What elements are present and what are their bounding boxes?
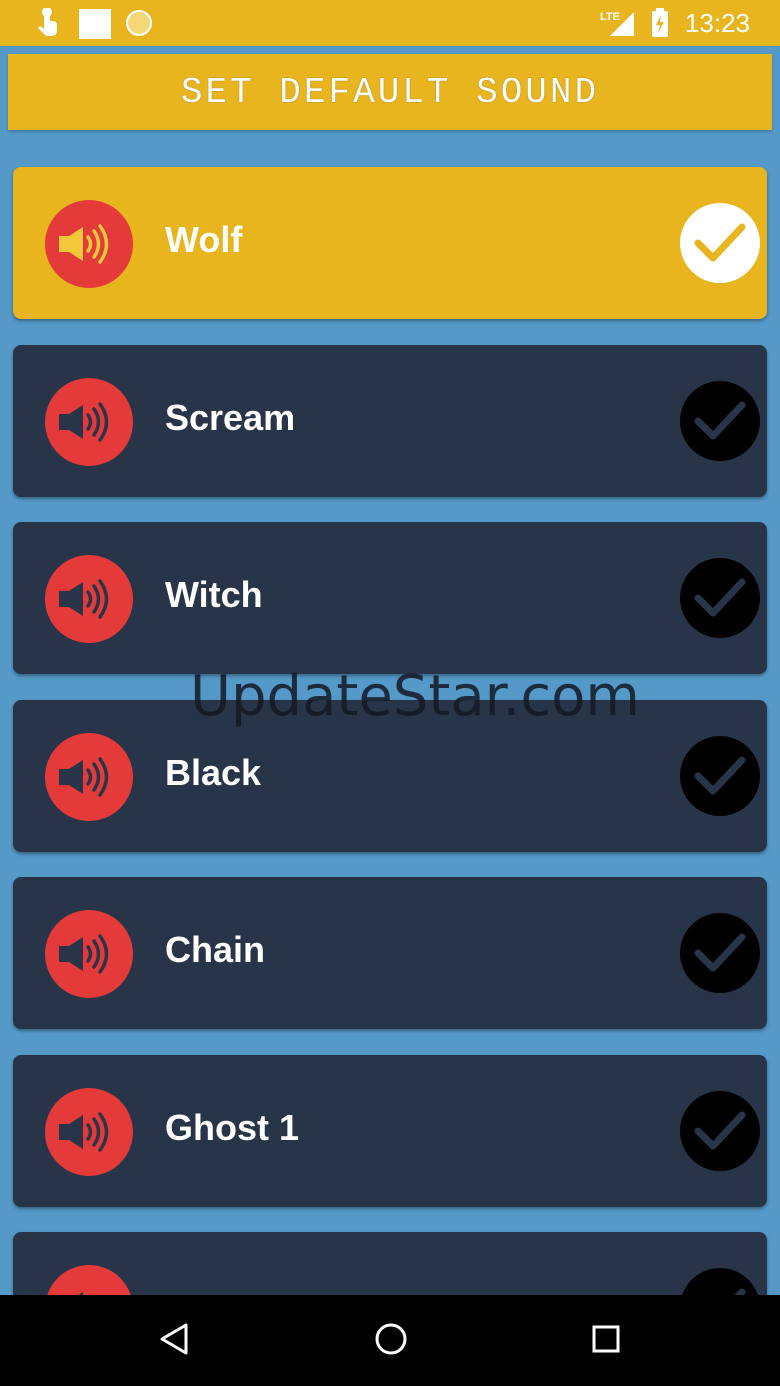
select-check-button[interactable] (680, 736, 760, 816)
sound-item-wolf[interactable]: Wolf (13, 167, 767, 319)
sound-label: Scream (165, 397, 296, 438)
home-icon[interactable] (373, 1321, 409, 1362)
checkmark-icon (694, 578, 746, 617)
sound-label: Witch (165, 574, 263, 615)
speaker-play-button[interactable] (45, 555, 133, 643)
speaker-play-button[interactable] (45, 733, 133, 821)
select-check-button[interactable] (680, 1091, 760, 1171)
sound-list[interactable]: Wolf Scream Witch Black Chain Ghost 1 (0, 0, 780, 1295)
sound-label: Black (165, 752, 262, 793)
speaker-icon (59, 934, 109, 974)
select-check-button[interactable] (680, 1268, 760, 1295)
speaker-icon (59, 757, 109, 797)
speaker-icon (59, 402, 109, 442)
checkmark-icon (694, 223, 746, 262)
sound-item-ghost-1[interactable]: Ghost 1 (13, 1055, 767, 1207)
speaker-play-button[interactable] (45, 200, 133, 288)
checkmark-icon (694, 401, 746, 440)
checkmark-icon (694, 756, 746, 795)
select-check-button[interactable] (680, 913, 760, 993)
speaker-play-button[interactable] (45, 910, 133, 998)
sound-item-chain[interactable]: Chain (13, 877, 767, 1029)
sound-item-black[interactable]: Black (13, 700, 767, 852)
checkmark-icon (694, 1111, 746, 1150)
checkmark-icon (734, 1288, 746, 1295)
navigation-bar (0, 1295, 780, 1386)
select-check-button[interactable] (680, 558, 760, 638)
speaker-play-button[interactable] (45, 378, 133, 466)
recents-icon[interactable] (590, 1321, 622, 1362)
sound-item-witch[interactable]: Witch (13, 522, 767, 674)
sound-label: Wolf (165, 219, 243, 260)
sound-item-partial[interactable] (13, 1232, 767, 1295)
checkmark-icon (694, 933, 746, 972)
select-check-button[interactable] (680, 381, 760, 461)
back-icon[interactable] (158, 1321, 190, 1362)
sound-label: Ghost 1 (165, 1107, 300, 1148)
sound-label: Chain (165, 929, 266, 970)
sound-item-scream[interactable]: Scream (13, 345, 767, 497)
select-check-button[interactable] (680, 203, 760, 283)
speaker-play-button[interactable] (45, 1265, 133, 1295)
speaker-icon (59, 1112, 109, 1152)
speaker-icon (59, 224, 109, 264)
speaker-play-button[interactable] (45, 1088, 133, 1176)
speaker-icon (59, 579, 109, 619)
